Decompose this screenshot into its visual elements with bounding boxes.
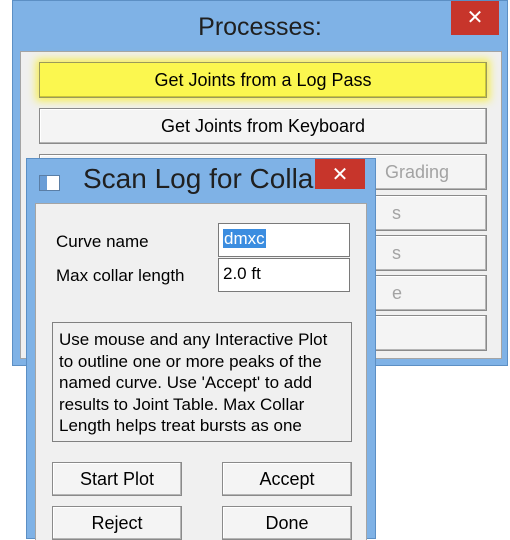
processes-titlebar[interactable]: Processes: ✕ (13, 1, 507, 57)
accept-button[interactable]: Accept (222, 462, 352, 496)
reject-button[interactable]: Reject (52, 506, 182, 540)
get-joints-keyboard-button[interactable]: Get Joints from Keyboard (39, 108, 487, 144)
scan-dialog-titlebar[interactable]: Scan Log for Collars ✕ (27, 159, 375, 207)
get-joints-log-pass-label: Get Joints from a Log Pass (154, 70, 372, 90)
get-joints-log-pass-button[interactable]: Get Joints from a Log Pass (39, 62, 487, 98)
start-plot-button[interactable]: Start Plot (52, 462, 182, 496)
get-joints-keyboard-label: Get Joints from Keyboard (160, 116, 366, 136)
max-collar-length-input[interactable]: 2.0 ft (218, 258, 350, 292)
scan-dialog-title: Scan Log for Collars (83, 163, 337, 194)
scan-log-dialog: Scan Log for Collars ✕ Curve name dmxc M… (26, 158, 376, 540)
grading-label: Grading (385, 162, 450, 182)
process-button-5-label: s (392, 243, 401, 263)
scan-dialog-close-button[interactable]: ✕ (315, 159, 365, 189)
instructions-text: Use mouse and any Interactive Plot to ou… (52, 322, 352, 442)
processes-close-button[interactable]: ✕ (451, 1, 499, 35)
window-icon (39, 175, 60, 191)
processes-title: Processes: (198, 13, 322, 41)
curve-name-value: dmxc (223, 229, 266, 248)
process-button-4-label: s (392, 203, 401, 223)
process-button-6-label: e (392, 283, 403, 303)
done-button[interactable]: Done (222, 506, 352, 540)
max-collar-length-label: Max collar length (56, 266, 185, 285)
curve-name-label: Curve name (56, 232, 149, 251)
curve-name-input[interactable]: dmxc (218, 223, 350, 257)
scan-dialog-client-area: Curve name dmxc Max collar length 2.0 ft… (35, 203, 367, 540)
